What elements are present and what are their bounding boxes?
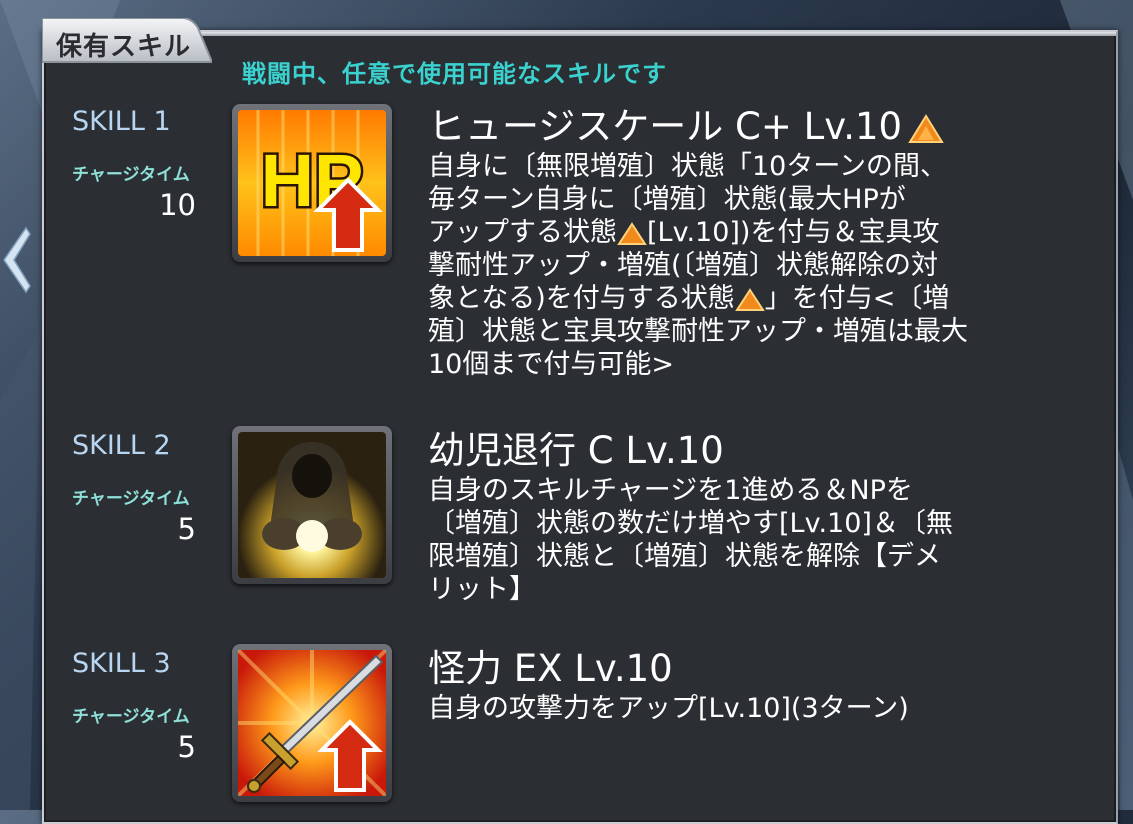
- panel-subtitle: 戦闘中、任意で使用可能なスキルです: [242, 60, 667, 88]
- hooded-figure-orb-icon: [238, 432, 386, 578]
- skill-id-label: SKILL 1: [72, 106, 171, 137]
- skill-name: ヒュージスケール C+ Lv.10: [428, 96, 944, 150]
- charge-time-label: チャージタイム: [72, 489, 190, 509]
- skill-id-label: SKILL 2: [72, 430, 171, 461]
- charge-time-value: 10: [159, 188, 196, 222]
- skill-id-label: SKILL 3: [72, 648, 171, 679]
- skill-description: 自身のスキルチャージを1進める＆NPを 〔増殖〕状態の数だけ増やす[Lv.10]…: [428, 475, 953, 605]
- skill-icon-frame[interactable]: [232, 644, 392, 802]
- skill-description: 自身に〔無限増殖〕状態「10ターンの間、 毎ターン自身に〔増殖〕状態(最大HPが…: [428, 151, 968, 380]
- page-left-arrow-icon[interactable]: [0, 220, 34, 300]
- rank-up-icon: [908, 113, 944, 143]
- skill-name-text: ヒュージスケール C+ Lv.10: [428, 105, 903, 148]
- skill-icon-frame[interactable]: HP: [232, 104, 392, 262]
- panel-tab-label: 保有スキル: [56, 32, 192, 62]
- rank-up-icon: [734, 287, 765, 311]
- skill-name-text: 怪力 EX Lv.10: [428, 647, 673, 690]
- hp-up-icon: HP: [238, 110, 386, 256]
- charge-time-value: 5: [177, 730, 196, 764]
- sword-attack-up-icon: [238, 650, 386, 796]
- skill-icon-frame[interactable]: [232, 426, 392, 584]
- charge-time-label: チャージタイム: [72, 707, 190, 727]
- skill-name: 幼児退行 C Lv.10: [428, 420, 724, 474]
- skill-name: 怪力 EX Lv.10: [428, 638, 673, 692]
- skill-name-text: 幼児退行 C Lv.10: [428, 429, 724, 472]
- skill-description: 自身の攻撃力をアップ[Lv.10](3ターン): [428, 693, 909, 724]
- charge-time-value: 5: [177, 512, 196, 546]
- charge-time-label: チャージタイム: [72, 165, 190, 185]
- rank-up-icon: [617, 221, 647, 245]
